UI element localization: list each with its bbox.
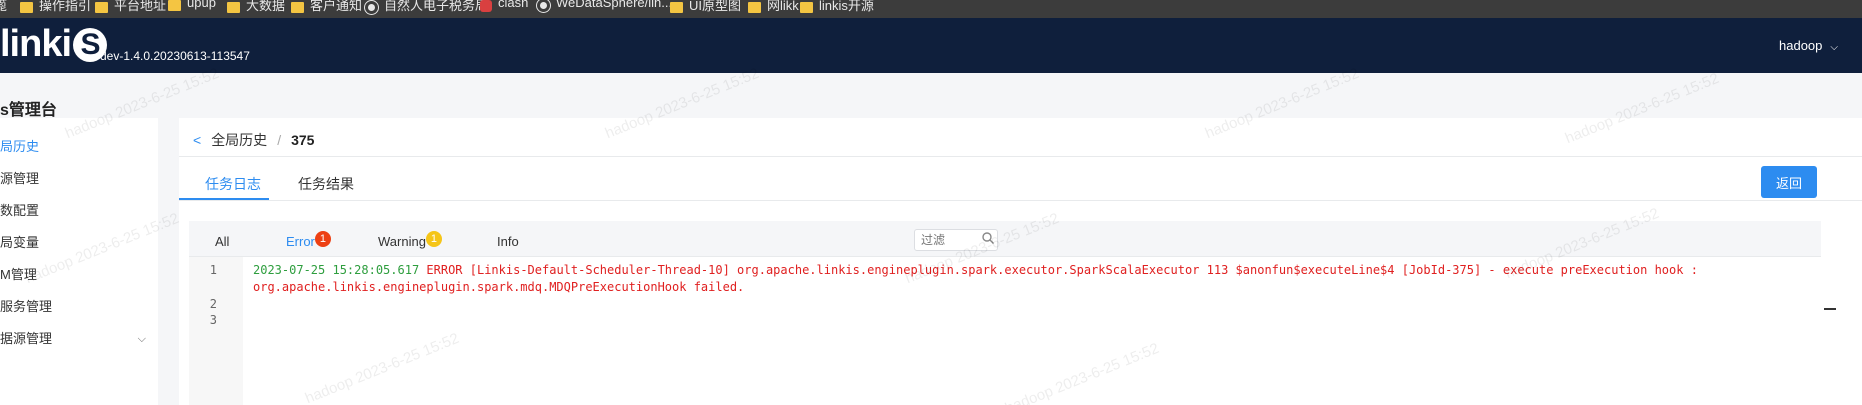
sidebar: 局历史 源管理 数配置 局变量 M管理 服务管理 据源管理 ⌵ (0, 118, 158, 405)
log-line: 2023-07-25 15:28:05.617 ERROR [Linkis-De… (253, 263, 1698, 277)
breadcrumb-current: 375 (291, 132, 315, 148)
sidebar-item-resource-management[interactable]: 源管理 (0, 168, 158, 190)
line-number: 2 (209, 297, 217, 311)
log-line-continuation: org.apache.linkis.engineplugin.spark.mdq… (253, 280, 745, 294)
bookmark-item[interactable]: 大数据 (227, 0, 285, 14)
log-tab-error[interactable]: Error 1 (286, 231, 331, 251)
tab-task-result[interactable]: 任务结果 (298, 174, 354, 194)
folder-icon (800, 2, 813, 13)
folder-icon (168, 0, 181, 11)
breadcrumb: < 全局历史 / 375 (193, 130, 314, 150)
sidebar-item-global-history[interactable]: 局历史 (0, 136, 158, 158)
main-card: < 全局历史 / 375 任务日志 任务结果 返回 All Error 1 War… (179, 118, 1862, 405)
app-header: linki S dev-1.4.0.20230613-113547 hadoop ⌵ (0, 18, 1862, 73)
breadcrumb-parent[interactable]: 全局历史 (211, 130, 267, 150)
bookmark-item[interactable]: 客户通知 (291, 0, 362, 14)
log-tab-all[interactable]: All (215, 234, 229, 249)
chevron-down-icon: ⌵ (137, 333, 146, 345)
sidebar-item-global-variables[interactable]: 局变量 (0, 232, 158, 254)
bookmark-item[interactable]: clash (480, 0, 528, 12)
warning-count-badge: 1 (425, 231, 442, 247)
sidebar-item-ecm-management[interactable]: M管理 (0, 264, 158, 286)
bookmark-item[interactable]: UI原型图 (670, 0, 741, 14)
line-number: 1 (209, 263, 217, 277)
log-panel: All Error1 Warning1 Info 1 2 3 2023-07-2… (189, 221, 1821, 405)
linkis-logo[interactable]: linki S (0, 24, 108, 64)
bookmark-item[interactable]: 篦 (0, 0, 7, 14)
user-menu[interactable]: hadoop ⌵ (1779, 38, 1838, 53)
bookmark-item[interactable]: 自然人电子税务局 (365, 0, 488, 14)
log-timestamp: 2023-07-25 15:28:05.617 (253, 263, 420, 277)
bookmark-item[interactable]: linkis开源 (800, 0, 874, 14)
sidebar-item-parameter-config[interactable]: 数配置 (0, 200, 158, 222)
log-tab-info[interactable]: Info (497, 234, 519, 249)
log-tab-warning[interactable]: Warning 1 (378, 231, 442, 251)
folder-icon (20, 2, 33, 13)
search-icon[interactable] (981, 231, 995, 245)
sidebar-item-service-management[interactable]: 服务管理 (0, 296, 158, 318)
sidebar-item-datasource-management[interactable]: 据源管理 ⌵ (0, 328, 158, 350)
divider (179, 156, 1862, 157)
bookmark-item[interactable]: 平台地址 (95, 0, 166, 14)
return-button[interactable]: 返回 (1761, 166, 1817, 198)
github-icon (537, 0, 550, 12)
globe-icon (365, 1, 378, 14)
divider (179, 200, 1862, 201)
bookmarks-bar: 篦 操作指引 平台地址 upup 大数据 客户通知 自然人电子税务局 clash… (0, 0, 1862, 18)
folder-icon (227, 2, 240, 13)
folder-icon (670, 2, 683, 13)
line-number-gutter: 1 2 3 (189, 257, 243, 405)
scrollbar-marker[interactable] (1824, 308, 1836, 310)
clash-icon (480, 0, 492, 12)
log-error-message: ERROR [Linkis-Default-Scheduler-Thread-1… (419, 263, 1698, 277)
bookmark-item[interactable]: 操作指引 (20, 0, 91, 14)
breadcrumb-separator: / (277, 132, 282, 148)
folder-icon (748, 2, 761, 13)
line-number: 3 (209, 313, 217, 327)
tab-task-log[interactable]: 任务日志 (205, 174, 261, 194)
error-count-badge: 1 (314, 231, 331, 247)
bookmark-item[interactable]: upup (168, 0, 216, 11)
bookmark-item[interactable]: 网likk (748, 0, 799, 14)
sidebar-title: s管理台 (0, 102, 57, 119)
back-chevron-icon[interactable]: < (193, 132, 201, 148)
chevron-down-icon: ⌵ (1830, 42, 1838, 53)
folder-icon (95, 2, 108, 13)
log-editor[interactable]: 1 2 3 2023-07-25 15:28:05.617 ERROR [Lin… (189, 256, 1821, 405)
folder-icon (291, 2, 304, 13)
version-label: dev-1.4.0.20230613-113547 (100, 49, 250, 63)
bookmark-item[interactable]: WeDataSphere/lin... (537, 0, 672, 12)
